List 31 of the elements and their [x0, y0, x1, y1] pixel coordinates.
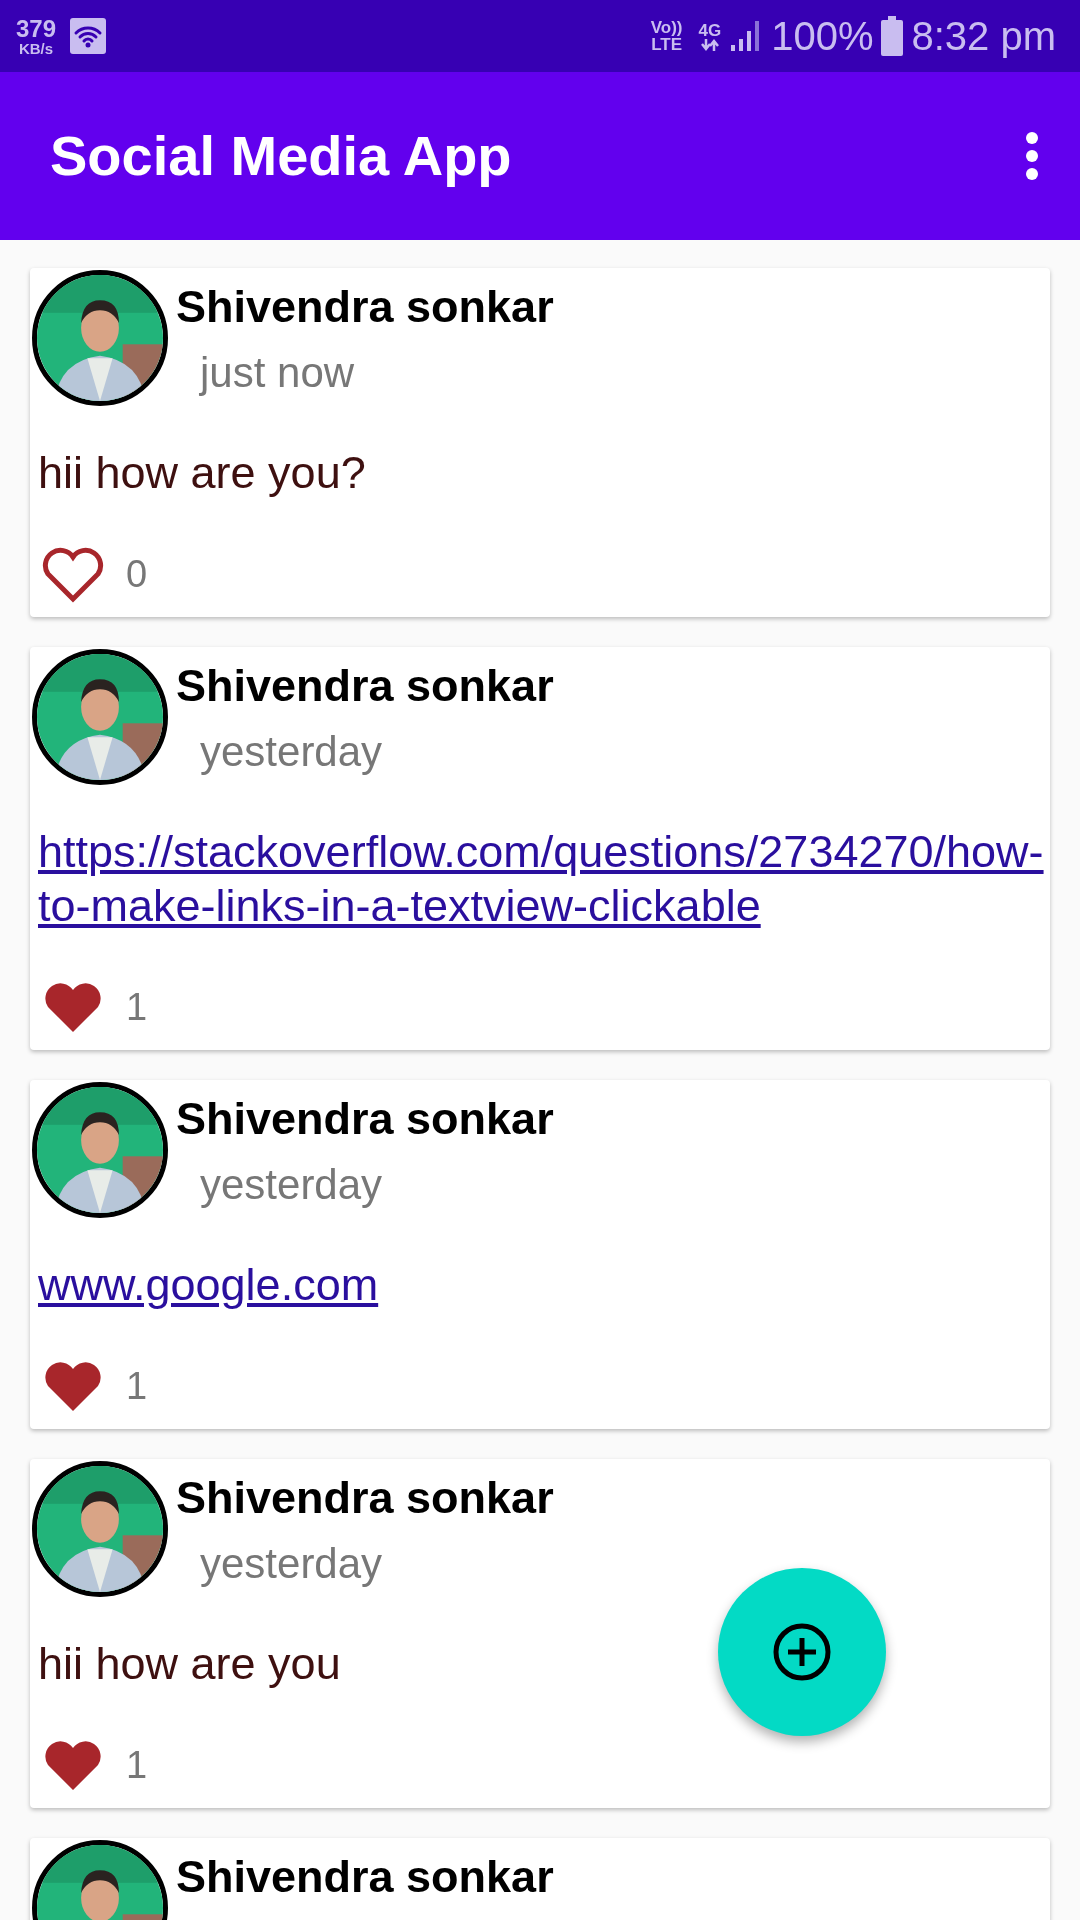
lte-label: LTE [650, 36, 683, 53]
post-time: yesterday [200, 1539, 384, 1589]
author-name: Shivendra sonkar [176, 280, 554, 334]
network-type: 4G [698, 21, 722, 39]
post-time: yesterday [200, 1160, 384, 1210]
author-name: Shivendra sonkar [176, 1092, 554, 1146]
network-speed: 379 [16, 16, 57, 41]
speed-unit: KB/s [18, 40, 54, 56]
battery-icon [881, 16, 904, 56]
wifi-icon [70, 18, 107, 54]
volte-label: Vo)) [650, 19, 683, 36]
post-text: hii how are you? [38, 446, 366, 500]
post-link[interactable]: www.google.com [38, 1258, 1044, 1312]
like-count: 0 [126, 552, 148, 597]
like-count: 1 [126, 985, 148, 1030]
battery-percent: 100% [771, 13, 874, 60]
heart-icon[interactable] [42, 546, 104, 603]
more-options-icon[interactable] [1024, 132, 1040, 180]
add-icon [772, 1622, 832, 1682]
post-time: yesterday [200, 727, 384, 777]
post-time: just now [200, 348, 356, 398]
clock: 8:32 pm [911, 13, 1056, 60]
author-name: Shivendra sonkar [176, 1471, 554, 1525]
author-name: Shivendra sonkar [176, 659, 554, 713]
like-count: 1 [126, 1364, 148, 1409]
data-arrows-icon [700, 38, 719, 51]
app-title: Social Media App [50, 123, 512, 190]
author-name: Shivendra sonkar [176, 1850, 554, 1904]
post-link[interactable]: https://stackoverflow.com/questions/2734270/how-to-make-links-in-a-textview-clickable [38, 825, 1044, 933]
post-text: hii how are you [38, 1637, 341, 1691]
like-count: 1 [126, 1743, 148, 1788]
